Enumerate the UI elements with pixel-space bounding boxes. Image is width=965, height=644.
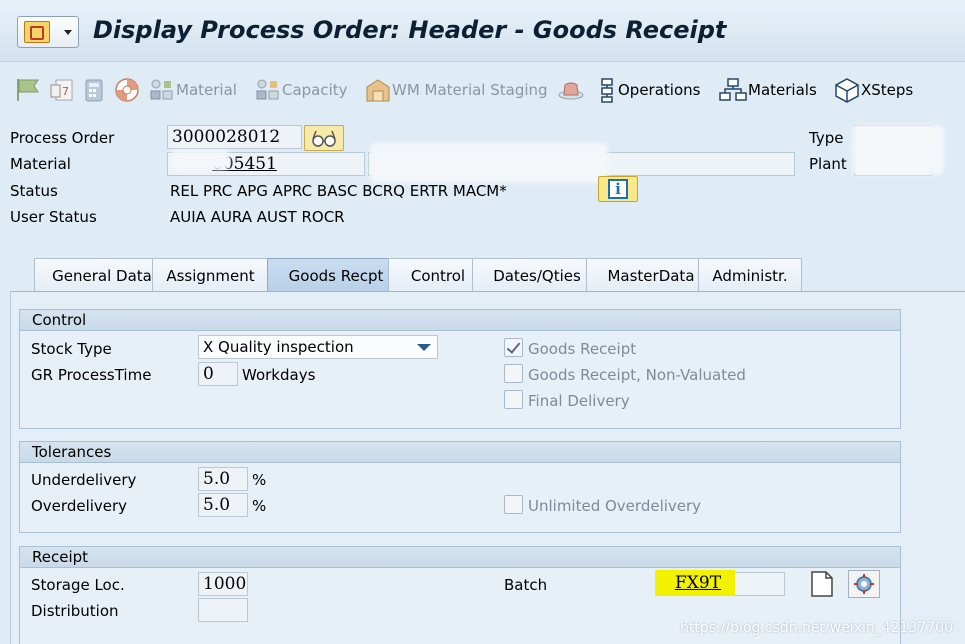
xsteps-button-label: XSteps (861, 81, 914, 99)
capacity-icon (256, 79, 279, 100)
chevron-down-icon (64, 30, 72, 35)
stock-type-label: Stock Type (31, 340, 112, 358)
wm-staging-icon (366, 79, 390, 102)
goods-receipt-nonvaluated-label: Goods Receipt, Non-Valuated (528, 366, 746, 384)
goods-receipt-checkbox[interactable] (504, 338, 523, 357)
material-button[interactable]: Material (148, 77, 237, 103)
tolerances-group: Tolerances (19, 441, 901, 533)
tab-administr[interactable]: Administr. (698, 258, 802, 292)
distribution-field[interactable] (198, 598, 248, 622)
overdelivery-field[interactable]: 5.0 (198, 493, 248, 517)
gr-processtime-field[interactable]: 0 (198, 362, 238, 386)
redaction-mark (852, 125, 944, 175)
operations-button[interactable]: Operations (596, 77, 700, 103)
display-order-button[interactable] (304, 125, 344, 151)
batch-label: Batch (504, 576, 548, 594)
lifebuoy-icon (115, 78, 139, 102)
unlimited-overdelivery-label: Unlimited Overdelivery (528, 497, 702, 515)
batch-value[interactable]: FX9T (675, 573, 721, 593)
storage-loc-label: Storage Loc. (31, 576, 125, 594)
gr-processtime-unit: Workdays (242, 366, 316, 384)
tolerances-group-title: Tolerances (20, 442, 900, 463)
redaction-mark (370, 143, 608, 183)
underdelivery-label: Underdelivery (31, 471, 137, 489)
svg-text:7: 7 (62, 85, 69, 98)
calendar-button[interactable]: 7 (48, 77, 76, 103)
tab-dates-qties[interactable]: Dates/Qties (472, 258, 602, 292)
final-delivery-label: Final Delivery (528, 392, 630, 410)
document-icon (811, 571, 833, 597)
page-title: Display Process Order: Header - Goods Re… (93, 16, 727, 44)
plant-label: Plant (809, 155, 847, 173)
hat-button[interactable] (556, 77, 586, 103)
tab-assignment[interactable]: Assignment (152, 258, 269, 292)
help-button[interactable] (113, 77, 141, 103)
xsteps-cube-icon (835, 78, 859, 103)
capacity-button-label: Capacity (282, 81, 348, 99)
process-order-label: Process Order (10, 129, 115, 147)
materials-button[interactable]: Materials (718, 77, 817, 103)
tab-general-data[interactable]: General Data (34, 258, 170, 292)
gear-icon (854, 574, 874, 594)
control-group-title: Control (20, 310, 900, 331)
materials-button-label: Materials (748, 81, 817, 99)
material-label: Material (10, 155, 71, 173)
underdelivery-field[interactable]: 5.0 (198, 467, 248, 491)
process-order-field[interactable]: 3000028012 (167, 125, 302, 149)
info-icon: i (608, 179, 628, 199)
tab-masterdata[interactable]: MasterData (586, 258, 716, 292)
material-components-icon (150, 79, 173, 100)
batch-document-button[interactable] (806, 570, 838, 598)
material-button-label: Material (176, 81, 237, 99)
calculator-button[interactable] (82, 77, 106, 103)
operations-icon (601, 78, 613, 103)
wm-material-staging-label: WM Material Staging (392, 81, 548, 99)
redaction-mark (170, 150, 230, 170)
distribution-label: Distribution (31, 602, 119, 620)
goods-receipt-nonvaluated-checkbox[interactable] (504, 364, 523, 383)
flag-button[interactable] (14, 77, 42, 103)
watermark: https://blog.csdn.net/weixin_42137700 (679, 620, 953, 636)
batch-classification-button[interactable] (848, 570, 880, 598)
operations-button-label: Operations (618, 81, 701, 99)
unlimited-overdelivery-checkbox[interactable] (504, 495, 523, 514)
receipt-group-title: Receipt (20, 547, 900, 568)
gr-processtime-label: GR ProcessTime (31, 366, 152, 384)
user-status-label: User Status (10, 208, 97, 226)
type-label: Type (809, 129, 844, 147)
system-menu-button[interactable] (17, 16, 79, 48)
overdelivery-label: Overdelivery (31, 497, 128, 515)
capacity-button[interactable]: Capacity (254, 77, 348, 103)
stock-type-select[interactable]: X Quality inspection (198, 335, 438, 359)
status-label: Status (10, 182, 58, 200)
final-delivery-checkbox[interactable] (504, 390, 523, 409)
status-info-button[interactable]: i (598, 176, 638, 202)
application-toolbar: 7 Material Capacity WM Material Staging … (0, 62, 965, 116)
glasses-icon (312, 130, 336, 147)
materials-hierarchy-icon (719, 78, 747, 101)
sap-menu-icon (24, 21, 50, 43)
xsteps-button[interactable]: XSteps (833, 77, 913, 103)
title-bar: Display Process Order: Header - Goods Re… (0, 0, 965, 62)
storage-loc-field[interactable]: 1000 (198, 572, 248, 596)
tab-goods-recpt[interactable]: Goods Recpt (267, 258, 405, 292)
underdelivery-percent: % (252, 471, 267, 489)
hat-icon (558, 82, 584, 100)
calculator-icon (85, 79, 103, 102)
system-status-text: REL PRC APG APRC BASC BCRQ ERTR MACM* (170, 182, 507, 200)
overdelivery-percent: % (252, 497, 267, 515)
goods-receipt-label: Goods Receipt (528, 340, 637, 358)
calendar-icon: 7 (50, 79, 73, 101)
wm-material-staging-button[interactable]: WM Material Staging (364, 77, 548, 103)
flag-icon (17, 79, 39, 101)
user-status-text: AUIA AURA AUST ROCR (170, 208, 345, 226)
stock-type-value: X Quality inspection (203, 338, 354, 356)
chevron-down-icon (417, 344, 431, 351)
